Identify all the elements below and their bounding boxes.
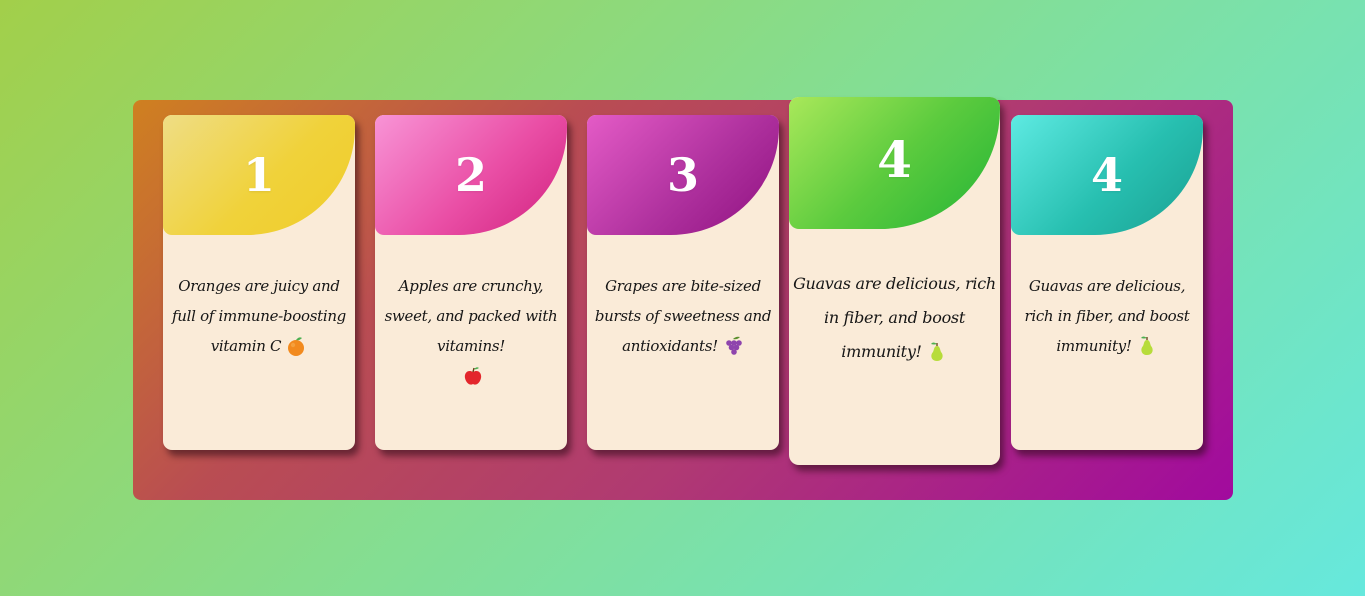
card-number-cap: 4	[1011, 115, 1203, 235]
card-description: Guavas are delicious, rich in fiber, and…	[789, 267, 1000, 369]
card-number: 3	[666, 148, 699, 202]
card-text: Apples are crunchy, sweet, and packed wi…	[384, 277, 558, 355]
fruit-card-guava[interactable]: 4 Guavas are delicious, rich in fiber, a…	[1011, 115, 1203, 450]
fruit-card-orange[interactable]: 1 Oranges are juicy and full of immune-b…	[163, 115, 355, 450]
pear-icon	[926, 341, 948, 363]
card-text: Guavas are delicious, rich in fiber, and…	[793, 274, 996, 361]
card-text: Guavas are delicious, rich in fiber, and…	[1024, 277, 1190, 355]
orange-icon	[285, 335, 307, 357]
grapes-icon	[722, 335, 744, 357]
card-number-cap: 1	[163, 115, 355, 235]
card-number: 2	[454, 148, 487, 202]
card-description: Oranges are juicy and full of immune-boo…	[163, 271, 355, 361]
fruit-card-apple[interactable]: 2 Apples are crunchy, sweet, and packed …	[375, 115, 567, 450]
card-description: Grapes are bite-sized bursts of sweetnes…	[587, 271, 779, 361]
card-number: 4	[1090, 148, 1123, 202]
card-number-cap: 2	[375, 115, 567, 235]
fruit-card-grapes[interactable]: 3 Grapes are bite-sized bursts of sweetn…	[587, 115, 779, 450]
card-text: Grapes are bite-sized bursts of sweetnes…	[594, 277, 772, 355]
apple-icon	[462, 365, 484, 387]
fruit-card-guava-hovered[interactable]: 4 Guavas are delicious, rich in fiber, a…	[789, 97, 1000, 465]
card-description: Guavas are delicious, rich in fiber, and…	[1011, 271, 1203, 361]
card-description: Apples are crunchy, sweet, and packed wi…	[375, 271, 567, 391]
card-number-cap: 3	[587, 115, 779, 235]
card-number-cap: 4	[789, 97, 1000, 229]
pear-icon	[1136, 335, 1158, 357]
card-text: Oranges are juicy and full of immune-boo…	[172, 277, 346, 355]
card-number: 4	[877, 130, 912, 189]
card-number: 1	[242, 148, 275, 202]
